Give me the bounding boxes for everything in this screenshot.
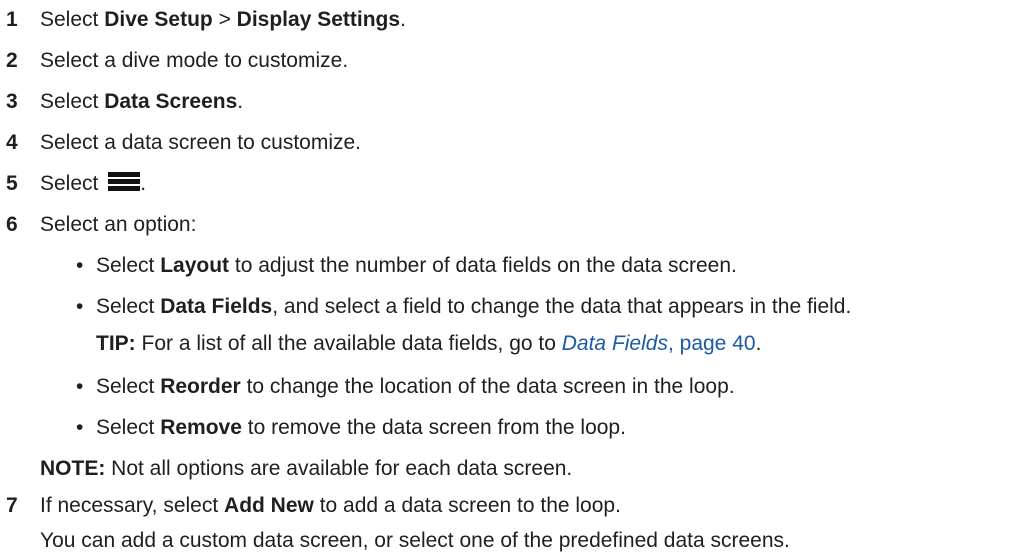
bullet-icon: •: [76, 295, 84, 318]
menu-path-dive-setup: Dive Setup: [104, 8, 213, 31]
step-text: Select an option:: [40, 213, 197, 236]
step-number: 6: [6, 213, 18, 236]
option-name: Reorder: [160, 375, 241, 398]
bullet-icon: •: [76, 375, 84, 398]
option-name: Layout: [160, 254, 230, 277]
step-detail-text: You can add a custom data screen, or sel…: [40, 529, 790, 552]
step-number: 7: [6, 494, 18, 517]
option-name: Remove: [160, 416, 242, 439]
bullet-icon: •: [76, 254, 84, 277]
data-fields-link[interactable]: Data Fields: [562, 332, 668, 355]
note-label: NOTE:: [40, 457, 106, 480]
menu-item-add-new: Add New: [224, 494, 314, 517]
step-number: 1: [6, 8, 18, 31]
step-text: Select a dive mode to customize.: [40, 49, 349, 72]
step-number: 5: [6, 172, 18, 195]
step-number: 2: [6, 49, 18, 72]
option-name: Data Fields: [160, 295, 273, 318]
bullet-icon: •: [76, 416, 84, 439]
menu-path-display-settings: Display Settings: [236, 8, 401, 31]
instruction-document: 1 Select Dive Setup > Display Settings. …: [0, 0, 1025, 556]
tip-label: TIP:: [96, 332, 136, 355]
step-number: 3: [6, 90, 18, 113]
step-number: 4: [6, 131, 18, 154]
page-link[interactable]: , page 40: [668, 332, 756, 355]
menu-bars-icon: [108, 172, 141, 192]
step-text: Select a data screen to customize.: [40, 131, 361, 154]
menu-item-data-screens: Data Screens: [104, 90, 238, 113]
